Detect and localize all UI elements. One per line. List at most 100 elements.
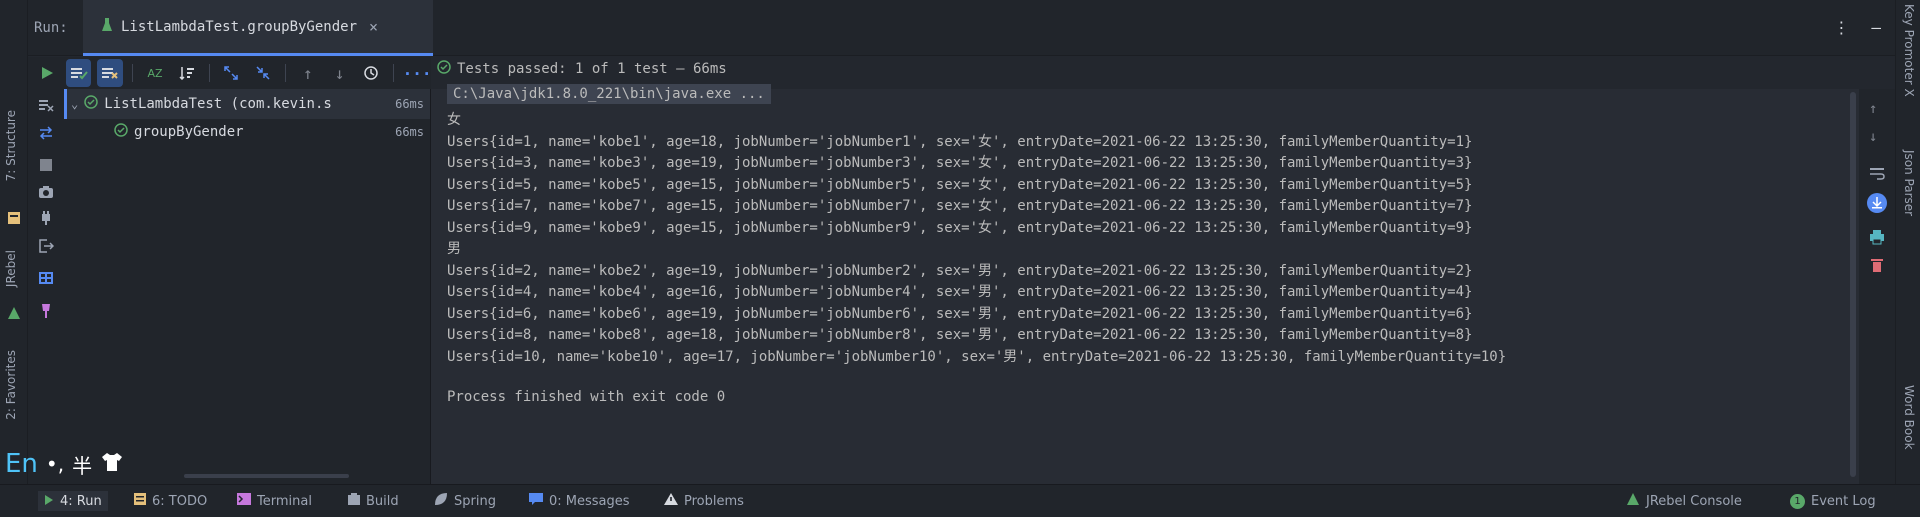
event-log-badge: 1 [1790, 493, 1805, 509]
json-parser-tool-tab[interactable]: Json Parser [1902, 150, 1916, 216]
test-tree-root[interactable]: ⌄ ListLambdaTest (com.kevin.s 66ms [64, 89, 430, 119]
console-line: Users{id=6, name='kobe6', age=19, jobNum… [447, 305, 1473, 322]
toolbar-separator [132, 64, 134, 82]
chevron-down-icon[interactable]: ⌄ [71, 97, 78, 111]
test-class-duration: 66ms [395, 97, 424, 111]
build-icon [348, 493, 360, 509]
run-tab[interactable]: ListLambdaTest.groupByGender × [83, 0, 433, 56]
pin-icon[interactable] [38, 303, 54, 319]
messages-tool-tab[interactable]: 0: Messages [523, 491, 636, 511]
console-line: Users{id=3, name='kobe3', age=19, jobNum… [447, 155, 1473, 171]
show-ignored-toggle[interactable] [97, 59, 124, 87]
structure-icon [6, 210, 22, 226]
console-command: C:\Java\jdk1.8.0_221\bin\java.exe ... [447, 84, 771, 104]
up-arrow-icon[interactable]: ↑ [1869, 101, 1885, 117]
run-icon [44, 494, 54, 509]
rerun-button[interactable] [34, 59, 60, 87]
jrebel-icon [6, 305, 22, 321]
passed-check-icon [84, 95, 98, 113]
run-header: Run: ListLambdaTest.groupByGender × ⋮ — [28, 0, 1895, 56]
structure-tool-tab[interactable]: 7: Structure [4, 110, 18, 181]
show-passed-toggle[interactable] [65, 59, 92, 87]
build-tool-label: Build [366, 493, 399, 509]
passed-check-icon [114, 123, 128, 141]
camera-icon[interactable] [38, 184, 54, 200]
console-line: Users{id=5, name='kobe5', age=15, jobNum… [447, 176, 1473, 193]
header-actions: ⋮ — [1833, 18, 1881, 37]
down-arrow-icon[interactable]: ↓ [1869, 129, 1885, 145]
soft-wrap-icon[interactable] [1869, 165, 1885, 181]
trash-icon[interactable] [1869, 257, 1885, 273]
event-log-tool-tab[interactable]: 1 Event Log [1784, 491, 1882, 511]
bottom-tool-bar: 4: Run 6: TODO Terminal Build Spring 0: … [0, 484, 1920, 517]
minimize-icon[interactable]: — [1871, 18, 1881, 37]
console-line: Users{id=9, name='kobe9', age=15, jobNum… [447, 219, 1473, 236]
test-status-text: Tests passed: 1 of 1 test – 66ms [457, 61, 727, 77]
skin-shirt-icon [100, 451, 124, 478]
expand-all-icon[interactable] [219, 59, 245, 87]
spring-tool-tab[interactable]: Spring [428, 491, 502, 511]
console-output[interactable]: C:\Java\jdk1.8.0_221\bin\java.exe ... 女 … [431, 84, 1859, 484]
stop-icon[interactable] [38, 157, 54, 173]
more-toolbar-icon[interactable]: ··· [403, 59, 432, 87]
previous-failed-test-icon[interactable]: ↑ [295, 59, 321, 87]
test-status: Tests passed: 1 of 1 test – 66ms [437, 60, 727, 78]
sort-by-duration-icon[interactable] [174, 59, 200, 87]
warning-icon [664, 493, 678, 509]
test-tree-child[interactable]: groupByGender 66ms [64, 117, 430, 147]
tree-horizontal-scrollbar[interactable] [184, 474, 349, 478]
key-promoter-tool-tab[interactable]: Key Promoter X [1902, 4, 1916, 97]
console-line: Users{id=7, name='kobe7', age=15, jobNum… [447, 198, 1473, 214]
console-line: 男 [447, 241, 461, 257]
close-tab-icon[interactable]: × [369, 18, 378, 36]
favorites-tool-tab[interactable]: 2: Favorites [4, 350, 18, 420]
more-options-icon[interactable]: ⋮ [1833, 18, 1849, 37]
layout-icon[interactable] [38, 270, 54, 286]
console-line: Users{id=4, name='kobe4', age=16, jobNum… [447, 284, 1473, 300]
swap-icon[interactable] [38, 125, 54, 141]
spring-tool-label: Spring [454, 493, 496, 509]
run-tab-title: ListLambdaTest.groupByGender [121, 18, 358, 35]
run-tool-tab[interactable]: 4: Run [38, 491, 108, 511]
test-class-label: ListLambdaTest (com.kevin.s [104, 96, 332, 112]
messages-icon [529, 493, 543, 509]
clear-all-icon[interactable] [38, 97, 54, 113]
next-failed-test-icon[interactable]: ↓ [327, 59, 353, 87]
console-gutter: ↑ ↓ [1859, 89, 1895, 484]
test-flask-icon [101, 17, 113, 37]
jrebel-console-tool-tab[interactable]: JRebel Console [1620, 491, 1748, 511]
console-command-line: C:\Java\jdk1.8.0_221\bin\java.exe ... [447, 84, 771, 104]
terminal-tool-tab[interactable]: Terminal [231, 491, 318, 511]
console-scrollbar[interactable] [1850, 92, 1856, 477]
ime-punctuation: •, [45, 452, 65, 476]
left-tool-strip: 7: Structure JRebel 2: Favorites [0, 0, 28, 484]
problems-tool-tab[interactable]: Problems [658, 491, 750, 511]
toolbar-separator [284, 64, 286, 82]
console-line: Users{id=10, name='kobe10', age=17, jobN… [447, 348, 1507, 365]
run-toolbar: AZ ↑ ↓ ··· [28, 57, 431, 89]
ime-language: En [5, 449, 38, 479]
toolbar-separator [208, 64, 210, 82]
exit-icon[interactable] [38, 238, 55, 254]
todo-icon [134, 493, 146, 509]
word-book-tool-tab[interactable]: Word Book [1902, 385, 1916, 450]
jrebel-icon [1626, 492, 1640, 510]
scroll-to-end-icon[interactable] [1867, 193, 1887, 213]
build-tool-tab[interactable]: Build [342, 491, 405, 511]
print-icon[interactable] [1869, 229, 1885, 245]
plug-icon[interactable] [38, 210, 54, 226]
right-tool-strip: Key Promoter X Json Parser Word Book [1895, 0, 1920, 484]
test-history-icon[interactable] [358, 59, 384, 87]
todo-tool-tab[interactable]: 6: TODO [128, 491, 213, 511]
messages-tool-label: 0: Messages [549, 493, 630, 509]
ime-width: 半 [72, 453, 93, 478]
run-side-toolbar [28, 89, 64, 484]
console-line: 女 [447, 112, 461, 128]
collapse-all-icon[interactable] [250, 59, 276, 87]
jrebel-tool-tab[interactable]: JRebel [4, 250, 18, 287]
jrebel-console-label: JRebel Console [1646, 493, 1742, 509]
run-label: Run: [34, 20, 68, 36]
sort-alphabetically-icon[interactable]: AZ [142, 59, 168, 87]
spring-leaf-icon [434, 492, 448, 510]
terminal-icon [237, 493, 251, 509]
